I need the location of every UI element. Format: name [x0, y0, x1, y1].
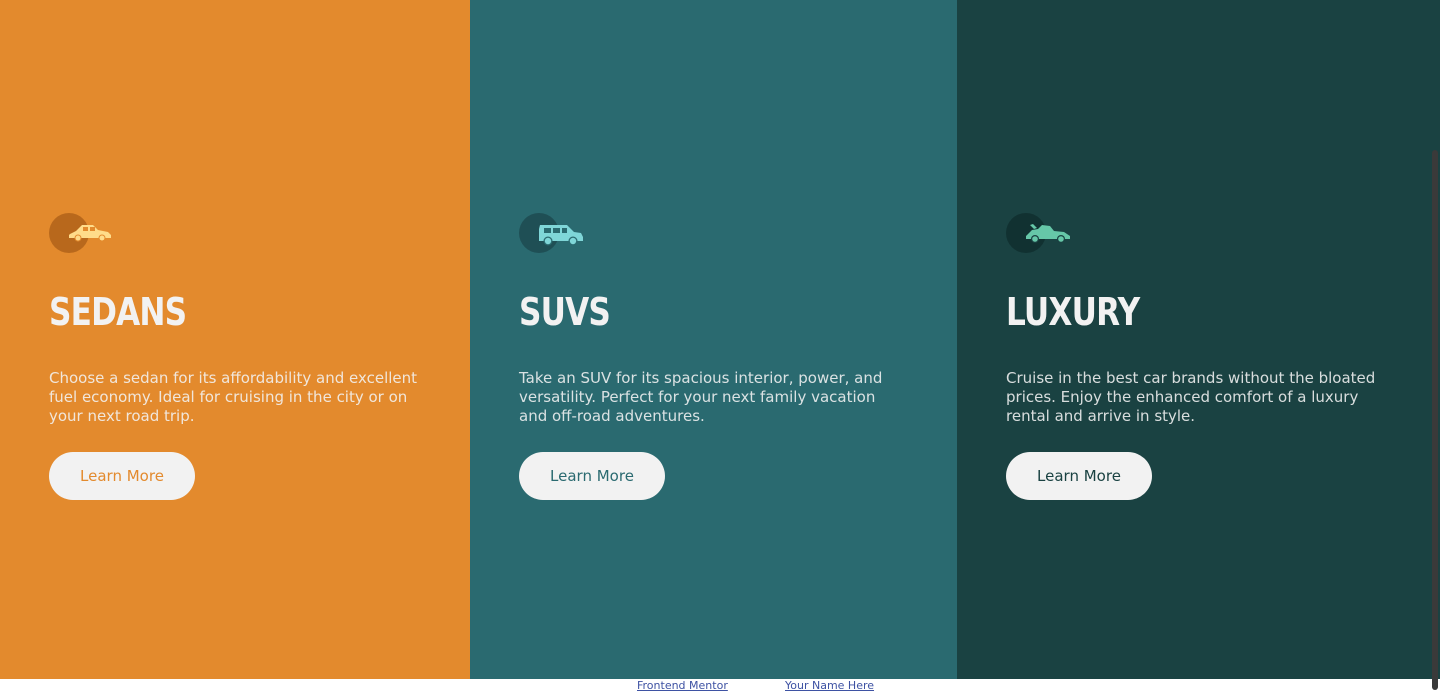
- card-title: LUXURY: [1006, 290, 1140, 334]
- card-description: Choose a sedan for its affordability and…: [49, 369, 418, 425]
- card-description: Cruise in the best car brands without th…: [1006, 369, 1376, 425]
- luxury-car-icon: [1006, 213, 1076, 253]
- suv-car-icon: [519, 213, 589, 253]
- card-suvs: SUVS Take an SUV for its spacious interi…: [470, 0, 957, 679]
- learn-more-button-sedans[interactable]: Learn More: [49, 452, 195, 500]
- card-luxury: LUXURY Cruise in the best car brands wit…: [957, 0, 1440, 679]
- frontend-mentor-link[interactable]: Frontend Mentor: [637, 679, 728, 693]
- learn-more-button-luxury[interactable]: Learn More: [1006, 452, 1152, 500]
- cards-container: SEDANS Choose a sedan for its affordabil…: [0, 0, 1440, 679]
- author-link[interactable]: Your Name Here: [785, 679, 874, 693]
- card-sedans: SEDANS Choose a sedan for its affordabil…: [0, 0, 470, 679]
- scrollbar[interactable]: [1432, 150, 1438, 690]
- learn-more-button-suvs[interactable]: Learn More: [519, 452, 665, 500]
- card-title: SUVS: [519, 290, 611, 334]
- card-description: Take an SUV for its spacious interior, p…: [519, 369, 883, 425]
- card-title: SEDANS: [49, 290, 187, 334]
- attribution: Frontend Mentor Your Name Here: [0, 679, 1440, 693]
- sedan-car-icon: [49, 213, 119, 253]
